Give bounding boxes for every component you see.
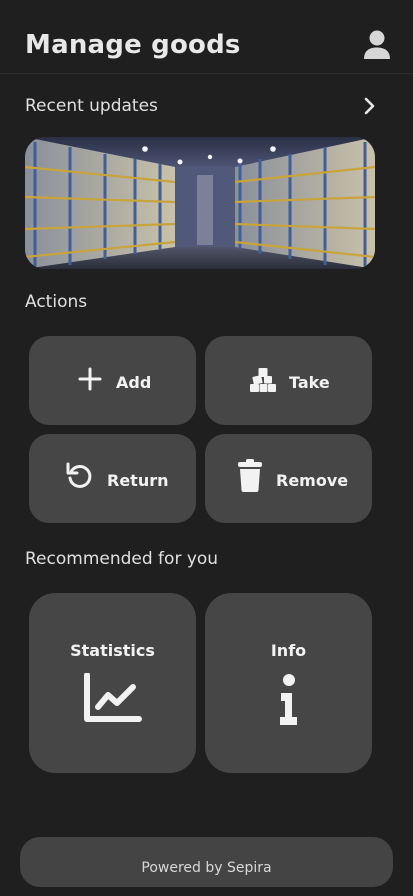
trash-icon <box>238 459 262 492</box>
recommended-title: Recommended for you <box>25 549 219 569</box>
info-icon <box>280 674 297 725</box>
statistics-label: Statistics <box>70 641 155 660</box>
chevron-right-icon <box>364 97 375 115</box>
recent-updates-banner-image[interactable] <box>25 137 375 269</box>
recent-updates-more-button[interactable] <box>358 95 380 117</box>
add-label: Add <box>116 373 152 392</box>
boxes-icon <box>250 368 276 392</box>
profile-button[interactable] <box>360 28 394 62</box>
page-title: Manage goods <box>25 30 241 60</box>
statistics-card[interactable]: Statistics <box>29 593 196 773</box>
plus-icon <box>78 367 102 391</box>
footer-text: Powered by Sepira <box>141 860 272 876</box>
info-card[interactable]: Info <box>205 593 372 773</box>
app: Manage goods Recent updates Actions Add … <box>0 0 413 896</box>
remove-button[interactable]: Remove <box>205 434 372 523</box>
undo-icon <box>66 462 92 488</box>
warehouse-image <box>25 137 375 269</box>
return-label: Return <box>107 471 169 490</box>
footer: Powered by Sepira <box>20 837 393 887</box>
add-button[interactable]: Add <box>29 336 196 425</box>
chart-line-icon <box>84 673 142 722</box>
actions-title: Actions <box>25 292 88 312</box>
take-label: Take <box>289 373 330 392</box>
take-button[interactable]: Take <box>205 336 372 425</box>
header: Manage goods <box>0 0 413 74</box>
return-button[interactable]: Return <box>29 434 196 523</box>
remove-label: Remove <box>276 471 349 490</box>
user-icon <box>364 30 390 59</box>
recent-updates-title: Recent updates <box>25 96 158 116</box>
info-label: Info <box>270 641 307 660</box>
